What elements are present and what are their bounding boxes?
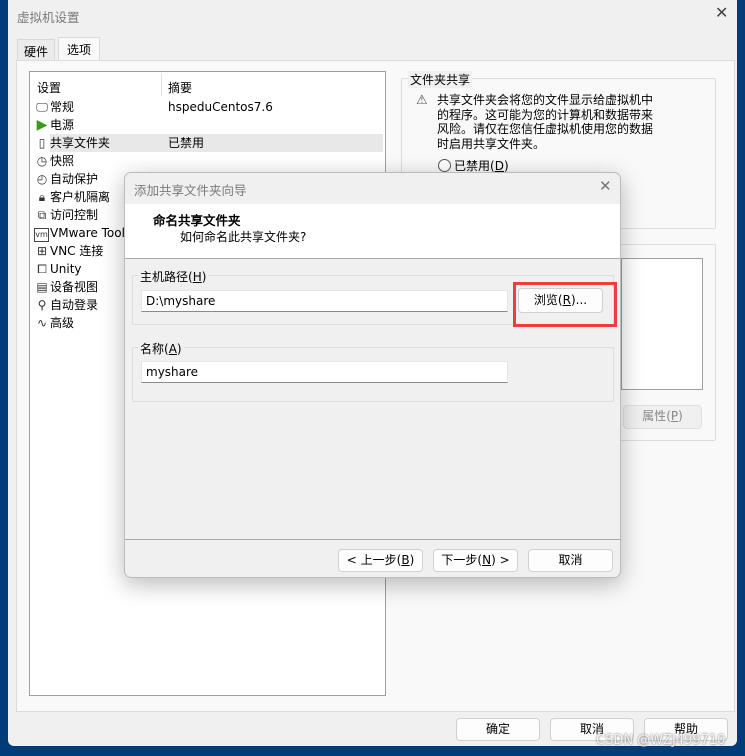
next-button[interactable]: 下一步(N) > bbox=[433, 549, 518, 572]
wizard-header: 命名共享文件夹 如何命名此共享文件夹? bbox=[125, 204, 620, 259]
settings-item-label: 电源 bbox=[50, 118, 75, 132]
autologin-icon: ⚲ bbox=[37, 298, 47, 312]
settings-item[interactable]: ▯ 共享文件夹 已禁用 bbox=[34, 134, 384, 152]
add-shared-folder-wizard: 添加共享文件夹向导 ✕ 命名共享文件夹 如何命名此共享文件夹? 主机路径(H) … bbox=[124, 172, 621, 578]
browse-button[interactable]: 浏览(R)... bbox=[518, 288, 603, 313]
settings-item[interactable]: ◷ 快照 bbox=[34, 152, 384, 170]
column-divider bbox=[161, 74, 162, 96]
ok-button[interactable]: 确定 bbox=[456, 718, 540, 741]
name-input[interactable]: myshare bbox=[141, 361, 508, 383]
watermark: CSDN @WZJ499710 bbox=[596, 733, 726, 748]
warning-icon: ⚠ bbox=[416, 93, 428, 108]
column-header-summary[interactable]: 摘要 bbox=[168, 79, 192, 96]
host-path-input[interactable]: D:\myshare bbox=[141, 290, 508, 312]
autoprotect-icon: ◴ bbox=[36, 172, 48, 186]
wizard-title: 添加共享文件夹向导 bbox=[134, 183, 247, 198]
power-play-icon: ▶ bbox=[36, 117, 48, 133]
radio-key: D bbox=[494, 158, 504, 173]
warning-text: 共享文件夹会将您的文件显示给虚拟机中 的程序。这可能为您的计算机和数据带来 风险… bbox=[437, 93, 653, 151]
settings-item-label: 自动登录 bbox=[50, 298, 99, 312]
settings-item[interactable]: 🖵 常规 hspeduCentos7.6 bbox=[34, 98, 384, 116]
wizard-cancel-button[interactable]: 取消 bbox=[528, 549, 613, 572]
settings-item-label: 常规 bbox=[50, 100, 75, 114]
settings-item-label: VMware Tools bbox=[50, 226, 132, 240]
snapshot-icon: ◷ bbox=[36, 154, 48, 168]
settings-item-summary: hspeduCentos7.6 bbox=[168, 100, 273, 114]
settings-item-label: 访问控制 bbox=[50, 208, 99, 222]
column-header-setting[interactable]: 设置 bbox=[37, 79, 61, 96]
wizard-close-icon[interactable]: ✕ bbox=[599, 177, 612, 195]
host-path-label: 主机路径(H) bbox=[138, 268, 209, 285]
settings-item-label: 客户机隔离 bbox=[50, 190, 111, 204]
settings-item[interactable]: ▶ 电源 bbox=[34, 116, 384, 134]
folder-sharing-title: 文件夹共享 bbox=[408, 71, 473, 88]
warning-line: 风险。请仅在您信任虚拟机使用您的数据 bbox=[437, 122, 654, 136]
monitor-icon: 🖵 bbox=[36, 100, 48, 114]
device-view-icon: ▤ bbox=[36, 280, 48, 294]
lock-icon: 🔒︎ bbox=[38, 190, 46, 204]
vnc-icon: ⊞ bbox=[36, 244, 48, 258]
settings-item-summary: 已禁用 bbox=[168, 136, 205, 150]
settings-item-label: 快照 bbox=[50, 154, 75, 168]
settings-item-label: 高级 bbox=[50, 316, 75, 330]
window-title: 虚拟机设置 bbox=[17, 10, 80, 25]
settings-item-label: 自动保护 bbox=[50, 172, 99, 186]
settings-item-label: Unity bbox=[50, 262, 82, 276]
wizard-heading: 命名共享文件夹 bbox=[153, 213, 241, 228]
wizard-divider bbox=[125, 539, 620, 540]
warning-line: 共享文件夹会将您的文件显示给虚拟机中 bbox=[437, 93, 654, 107]
settings-item-label: 共享文件夹 bbox=[50, 136, 111, 150]
close-icon[interactable]: ✕ bbox=[715, 3, 728, 22]
wizard-subheading: 如何命名此共享文件夹? bbox=[180, 230, 307, 244]
access-control-icon: ⧉ bbox=[37, 208, 47, 222]
settings-item-label: 设备视图 bbox=[50, 280, 99, 294]
unity-icon: ⧠ bbox=[37, 262, 47, 276]
shared-folders-list[interactable] bbox=[621, 258, 703, 390]
tab-options[interactable]: 选项 bbox=[58, 37, 101, 61]
radio-circle[interactable] bbox=[438, 159, 451, 172]
name-label: 名称(A) bbox=[138, 340, 184, 357]
properties-button[interactable]: 属性(P) bbox=[623, 405, 702, 429]
tab-hardware[interactable]: 硬件 bbox=[17, 39, 56, 61]
warning-line: 的程序。这可能为您的计算机和数据带来 bbox=[437, 107, 654, 122]
vm-icon: vm bbox=[34, 228, 49, 242]
shared-folder-icon: ▯ bbox=[38, 136, 46, 150]
back-button[interactable]: < 上一步(B) bbox=[338, 549, 423, 572]
warning-line: 时启用共享文件夹。 bbox=[437, 136, 546, 151]
advanced-icon: ∿ bbox=[36, 316, 48, 330]
settings-item-label: VNC 连接 bbox=[50, 244, 104, 258]
